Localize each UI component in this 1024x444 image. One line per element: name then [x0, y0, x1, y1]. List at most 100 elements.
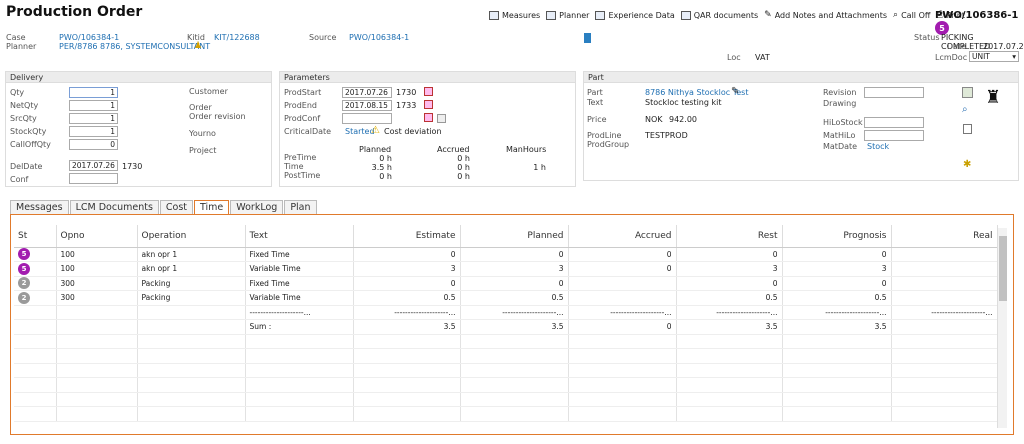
cell-rest: 0	[676, 247, 783, 262]
grid-icon[interactable]	[962, 87, 973, 98]
srcqty-input[interactable]: 1	[69, 113, 118, 124]
cell-planned	[460, 348, 569, 364]
cell-estimate	[353, 348, 461, 364]
deldate-input[interactable]: 2017.07.26	[69, 160, 118, 171]
table-row[interactable]: 5 100 akn opr 1 Variable Time 3 3 0 3 3	[14, 261, 998, 277]
tab-lcm-documents[interactable]: LCM Documents	[69, 200, 159, 215]
table-row[interactable]: --------------------... -----------------…	[14, 305, 998, 320]
cell-operation	[137, 392, 246, 407]
cell-text	[245, 392, 354, 407]
price-currency: NOK	[645, 115, 663, 124]
cell-opno	[56, 319, 138, 335]
table-row[interactable]: Sum :3.5 3.5 0 3.5 3.5	[14, 319, 998, 335]
price-label: Price	[587, 115, 607, 124]
col-st[interactable]: St	[14, 225, 57, 248]
qty-input[interactable]: 1	[69, 87, 118, 98]
conf-input[interactable]	[69, 173, 118, 184]
cell-operation	[137, 305, 246, 320]
order-revision-label: Order revision	[189, 112, 246, 121]
col-estimate[interactable]: Estimate	[353, 225, 461, 248]
cell-estimate: 3.5	[353, 319, 461, 335]
phone-icon[interactable]	[584, 33, 591, 43]
prodend-input[interactable]: 2017.08.15	[342, 100, 392, 111]
kitid-link[interactable]: KIT/122688	[214, 33, 260, 42]
table-row[interactable]	[14, 377, 998, 393]
call-off-button[interactable]: ⌕ Call Off	[893, 10, 930, 20]
planner-link[interactable]: PER/8786 8786, SYSTEMCONSULTANT	[59, 42, 210, 51]
table-row[interactable]	[14, 392, 998, 407]
col-planned[interactable]: Planned	[460, 225, 569, 248]
col-accrued[interactable]: Accrued	[568, 225, 677, 248]
cell-operation: akn opr 1	[137, 247, 246, 262]
cell-opno	[56, 334, 138, 349]
col-opno[interactable]: Opno	[56, 225, 138, 248]
deltime-value: 1730	[122, 162, 143, 171]
calendar-icon[interactable]	[424, 100, 433, 109]
col-real[interactable]: Real	[891, 225, 998, 248]
cell-prognosis	[782, 348, 892, 364]
table-row[interactable]	[14, 348, 998, 364]
document-icon[interactable]	[963, 124, 972, 134]
tab-worklog[interactable]: WorkLog	[230, 200, 284, 215]
tab-messages[interactable]: Messages	[10, 200, 69, 215]
tab-plan[interactable]: Plan	[284, 200, 317, 215]
prodconf-input[interactable]	[342, 113, 392, 124]
case-link[interactable]: PWO/106384-1	[59, 33, 119, 42]
planner-button[interactable]: Planner	[546, 10, 589, 20]
stockqty-input[interactable]: 1	[69, 126, 118, 137]
pretime-planned: 0 h	[379, 154, 392, 163]
cell-planned: --------------------...	[460, 305, 569, 320]
matdate-link[interactable]: Stock	[867, 142, 889, 151]
table-row[interactable]: 5 100 akn opr 1 Fixed Time 0 0 0 0 0	[14, 247, 998, 262]
hilostock-label: HiLoStock	[823, 118, 863, 127]
col-operation[interactable]: Operation	[137, 225, 246, 248]
calloffqty-input[interactable]: 0	[69, 139, 118, 150]
col-text[interactable]: Text	[245, 225, 354, 248]
calendar-icon[interactable]	[424, 87, 433, 96]
cell-st: 2	[14, 276, 57, 291]
measures-button[interactable]: Measures	[489, 10, 540, 20]
calendar-icon[interactable]	[424, 113, 433, 122]
prodline-value: TESTPROD	[645, 131, 688, 140]
edit-icon[interactable]: ✎	[731, 86, 739, 97]
matdate-label: MatDate	[823, 142, 858, 151]
tab-time[interactable]: Time	[194, 200, 230, 215]
vertical-scrollbar[interactable]	[997, 228, 1007, 428]
source-link[interactable]: PWO/106384-1	[349, 33, 409, 42]
source-label: Source	[309, 33, 337, 42]
scrollbar-thumb[interactable]	[999, 236, 1007, 301]
table-row[interactable]	[14, 406, 998, 422]
cell-opno: 300	[56, 276, 138, 291]
lcmdoc-label: LcmDoc	[935, 53, 968, 62]
status-badge: 2	[18, 277, 30, 290]
table-row[interactable]: 2 300 Packing Fixed Time 0 0 0 0	[14, 276, 998, 291]
cell-text: Sum :	[245, 319, 354, 335]
cell-text: --------------------...	[245, 305, 354, 320]
revision-label: Revision	[823, 88, 857, 97]
prodstart-input[interactable]: 2017.07.26	[342, 87, 392, 98]
cell-text: Fixed Time	[245, 247, 354, 262]
cell-accrued: 0	[568, 319, 677, 335]
mathilo-input[interactable]	[864, 130, 924, 141]
tools-icon[interactable]: ✱	[963, 159, 971, 170]
revision-input[interactable]	[864, 87, 924, 98]
col-rest[interactable]: Rest	[676, 225, 783, 248]
netqty-input[interactable]: 1	[69, 100, 118, 111]
table-row[interactable]	[14, 363, 998, 378]
col-prognosis[interactable]: Prognosis	[782, 225, 892, 248]
prodconf-label: ProdConf	[284, 114, 321, 123]
search-icon[interactable]: ⌕	[962, 104, 968, 115]
table-row[interactable]: 2 300 Packing Variable Time 0.5 0.5 0.5 0.5	[14, 290, 998, 306]
worker-icon[interactable]: ♜	[985, 87, 1001, 108]
qar-documents-button[interactable]: QAR documents	[680, 10, 758, 20]
experience-data-button[interactable]: Experience Data	[595, 10, 675, 20]
cell-real	[891, 247, 998, 262]
hilostock-input[interactable]	[864, 117, 924, 128]
lcmdoc-select[interactable]: UNIT ▾	[969, 51, 1019, 62]
add-notes-button[interactable]: ✎ Add Notes and Attachments	[764, 10, 887, 20]
status-badge: 5	[18, 248, 30, 261]
cell-accrued	[568, 406, 677, 422]
print-icon[interactable]	[437, 114, 446, 123]
table-row[interactable]	[14, 334, 998, 349]
tab-cost[interactable]: Cost	[159, 200, 194, 215]
